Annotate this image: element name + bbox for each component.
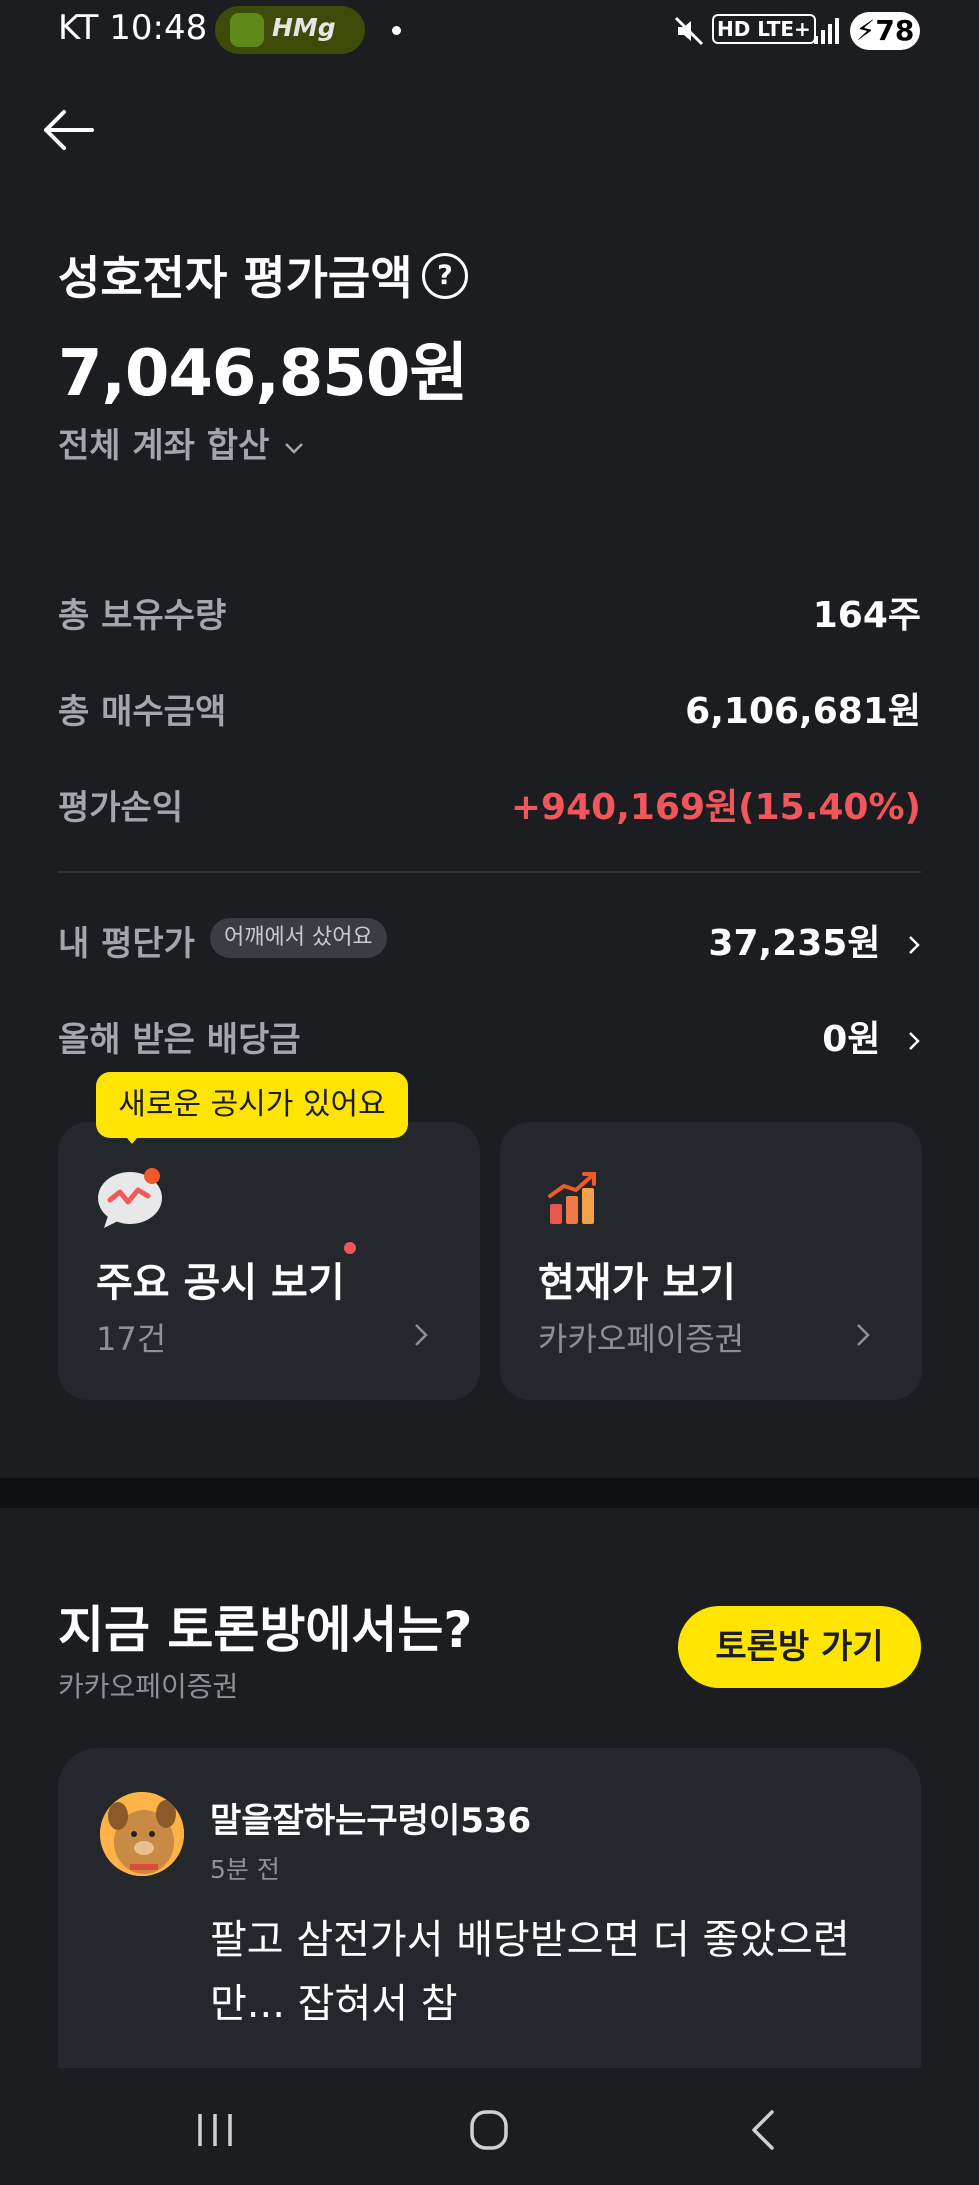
help-icon[interactable]: ? [422,253,468,299]
discussion-provider: 카카오페이증권 [58,1670,239,1703]
total-quantity-value: 164주 [812,595,921,636]
chevron-right-icon [415,1324,428,1346]
account-scope-label: 전체 계좌 합산 [58,426,270,466]
current-price-card-title: 현재가 보기 [538,1260,736,1306]
back-arrow-icon[interactable] [40,100,100,160]
disclosure-card[interactable]: 주요 공시 보기 17건 [58,1122,480,1400]
page-title: 성호전자 평가금액 [58,251,413,305]
tooltip-tail [122,1132,142,1144]
post-body: 팔고 삼전가서 배당받으면 더 좋았으련 만... 잡혀서 참 [210,1917,850,2027]
avg-price-label: 내 평단가 [58,924,195,964]
notification-dot-icon [392,26,401,35]
total-purchase-value: 6,106,681원 [685,691,921,732]
home-icon[interactable] [468,2108,510,2152]
post-timestamp: 5분 전 [210,1855,280,1884]
discussion-title: 지금 토론방에서는? [58,1601,473,1659]
app-activity-icon [230,13,264,47]
dog-avatar-icon [100,1792,184,1876]
chevron-right-icon [909,1032,920,1050]
dividend-value: 0원 [822,1019,881,1060]
recent-apps-icon[interactable] [194,2110,236,2150]
chevron-right-icon [857,1324,870,1346]
bar-chart-up-icon [548,1172,596,1224]
profit-value: +940,169원(15.40%) [510,787,921,828]
battery-indicator: ⚡78 [850,12,920,50]
current-price-card[interactable]: 현재가 보기 카카오페이증권 [500,1122,922,1400]
avg-price-row[interactable]: 37,235원 [708,914,927,966]
app-activity-text: HMg [272,13,336,42]
new-disclosure-tooltip: 새로운 공시가 있어요 [96,1072,408,1138]
avg-price-value: 37,235원 [708,923,881,964]
valuation-amount: 7,046,850원 [58,337,468,411]
battery-level: 78 [875,14,915,47]
disclosure-card-count: 17건 [96,1320,167,1358]
post-username: 말을잘하는구렁이536 [210,1801,532,1841]
account-scope-dropdown[interactable]: 전체 계좌 합산 [58,418,307,467]
speech-bubble-chart-icon [98,1168,162,1228]
carrier-time: KT 10:48 [58,8,208,48]
chevron-down-icon [285,442,304,454]
current-price-card-provider: 카카오페이증권 [538,1320,745,1358]
go-discussion-button[interactable]: 토론방 가기 [678,1606,921,1688]
signal-icon [814,18,839,44]
chevron-right-icon [909,936,920,954]
mute-icon [674,16,704,46]
dividend-label: 올해 받은 배당금 [58,1020,301,1060]
divider [58,871,921,873]
system-nav-bar [0,2068,979,2185]
charging-icon: ⚡ [855,14,876,47]
total-quantity-label: 총 보유수량 [58,596,227,636]
network-label: HD LTE+ [712,14,816,44]
status-bar: KT 10:48 HMg HD LTE+ ⚡78 [0,0,979,62]
avatar [100,1792,184,1876]
avg-price-chip: 어깨에서 샀어요 [210,918,387,958]
profit-label: 평가손익 [58,788,184,828]
section-separator [0,1478,979,1508]
back-nav-icon[interactable] [746,2108,780,2152]
new-badge-dot [344,1242,356,1254]
dividend-row[interactable]: 0원 [822,1010,927,1062]
disclosure-card-title: 주요 공시 보기 [96,1260,345,1306]
total-purchase-label: 총 매수금액 [58,692,227,732]
